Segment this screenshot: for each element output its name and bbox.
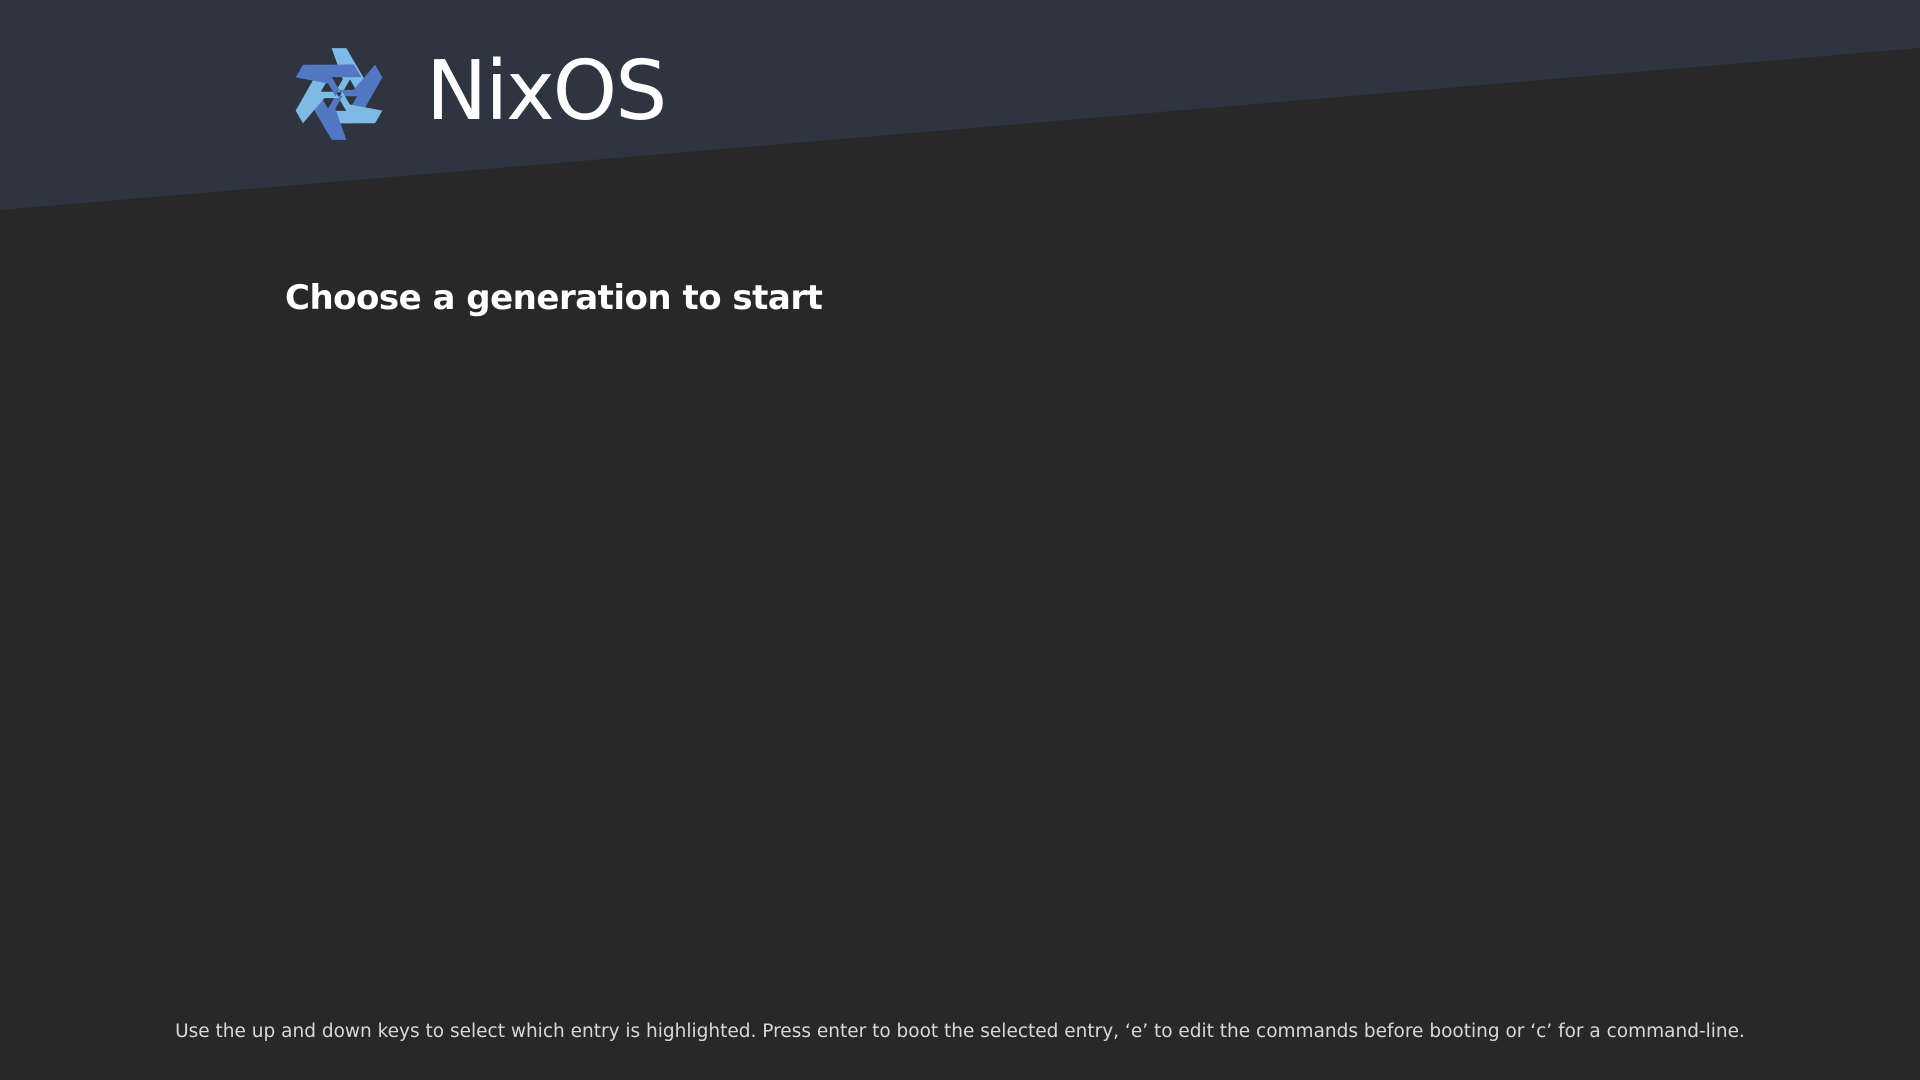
help-text: Use the up and down keys to select which… <box>175 1021 1745 1042</box>
nixos-snowflake-icon <box>295 48 383 140</box>
nixos-logo: NixOS <box>284 44 667 144</box>
boot-entry-list[interactable] <box>285 360 1635 960</box>
menu-title: Choose a generation to start <box>285 278 823 318</box>
boot-menu-screen: NixOS Choose a generation to start Use t… <box>0 0 1920 1080</box>
brand-name: NixOS <box>426 44 667 139</box>
